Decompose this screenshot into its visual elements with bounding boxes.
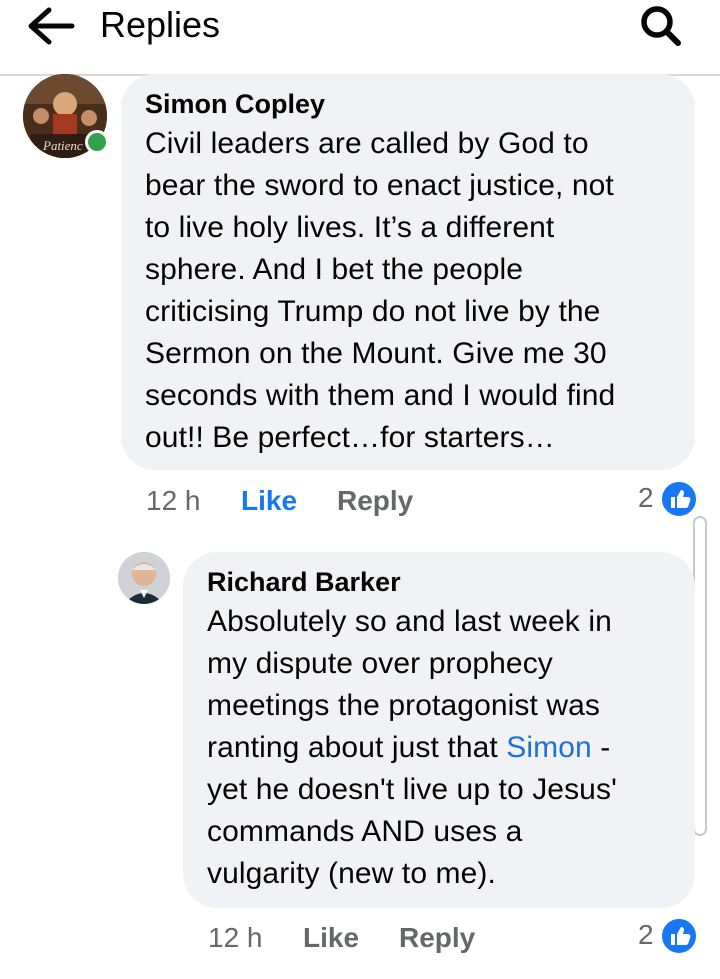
comment-text: Absolutely so and last week in my dispute…: [207, 601, 677, 895]
comment-text-line: ranting about just that: [207, 731, 507, 764]
avatar[interactable]: [118, 552, 170, 604]
page-title: Replies: [100, 4, 221, 45]
comment-text-line: to live holy lives. It’s a different: [145, 211, 555, 244]
mention-link[interactable]: Simon: [506, 731, 592, 764]
comment-timestamp: 12 h: [208, 922, 263, 953]
comment-text-line: commands AND uses a: [207, 815, 523, 848]
thumbs-up-icon[interactable]: [660, 480, 698, 518]
scrollbar[interactable]: [693, 516, 707, 836]
comment-text-fragment: -: [591, 731, 611, 764]
comment-text-line: Sermon on the Mount. Give me 30: [145, 337, 607, 370]
comment-bubble: Simon Copley Civil leaders are called by…: [121, 74, 695, 470]
like-button[interactable]: Like: [241, 485, 297, 516]
online-status-dot: [85, 130, 109, 154]
reaction-count[interactable]: 2: [638, 480, 654, 516]
thumbs-up-icon[interactable]: [660, 917, 698, 955]
like-button[interactable]: Like: [303, 922, 359, 953]
comment-text-line: Civil leaders are called by God to: [145, 127, 589, 160]
comment-text-line: seconds with them and I would find: [145, 379, 616, 412]
reply-button[interactable]: Reply: [337, 485, 413, 516]
reply-bubble: Richard Barker Absolutely so and last we…: [183, 552, 695, 908]
comment-text-line: sphere. And I bet the people: [145, 253, 524, 286]
comment-author[interactable]: Simon Copley: [145, 88, 675, 120]
comment-timestamp: 12 h: [146, 485, 201, 516]
comment-text-line: my dispute over prophecy: [207, 647, 553, 680]
comment-text-line: vulgarity (new to me).: [207, 857, 496, 890]
comment-text: Civil leaders are called by God to bear t…: [145, 123, 675, 459]
comment-text-line: meetings the protagonist was: [207, 689, 601, 722]
arrow-left-icon[interactable]: [22, 4, 78, 48]
comment-text-line: Absolutely so and last week in: [207, 605, 612, 638]
comment-text-line: criticising Trump do not live by the: [145, 295, 601, 328]
comment-text-line: bear the sword to enact justice, not: [145, 169, 614, 202]
comment-author[interactable]: Richard Barker: [207, 566, 677, 598]
comment-text-line: out!! Be perfect…for starters…: [145, 421, 555, 454]
comment-actions: 12 h: [146, 483, 201, 519]
reaction-count[interactable]: 2: [638, 917, 654, 953]
comment-text-line: yet he doesn't live up to Jesus': [207, 773, 617, 806]
reply-button[interactable]: Reply: [399, 922, 475, 953]
top-bar: Replies: [0, 0, 720, 76]
search-icon[interactable]: [636, 2, 688, 48]
avatar-caption: Patienc: [42, 138, 83, 153]
